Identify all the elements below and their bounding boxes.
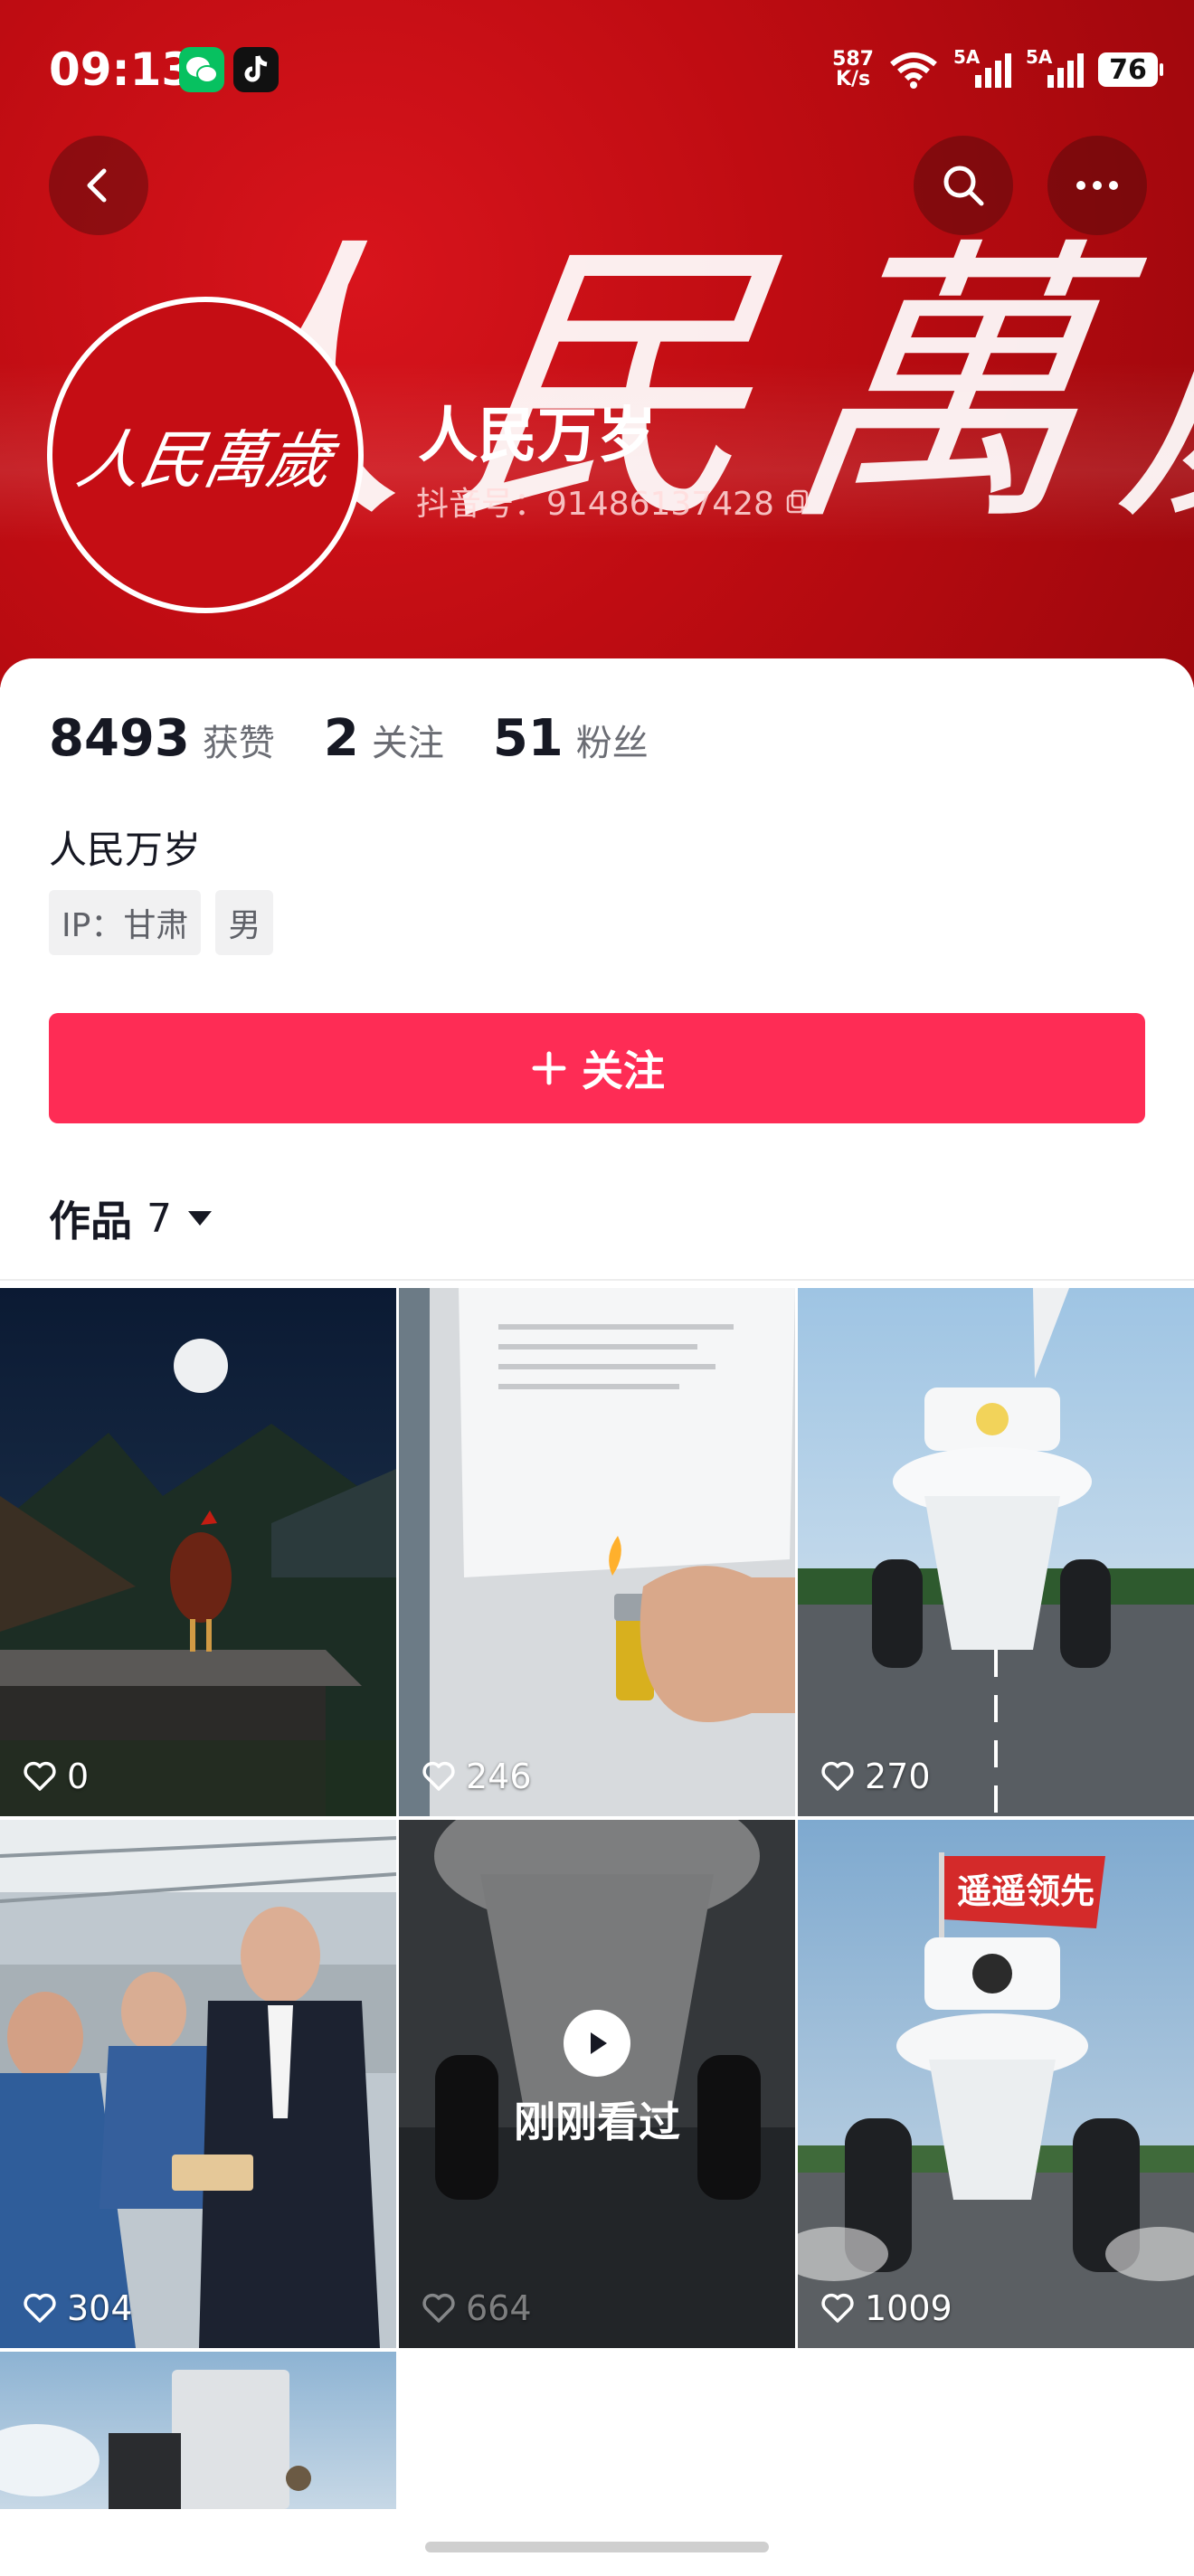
profile-tags: IP：甘肃 男 bbox=[49, 890, 274, 955]
more-button[interactable] bbox=[1047, 136, 1147, 235]
video-tile[interactable]: 遥遥领先 1009 bbox=[798, 1820, 1194, 2348]
tiktok-icon bbox=[233, 47, 279, 92]
battery-icon: 76 bbox=[1098, 52, 1163, 87]
video-tile[interactable]: 270 bbox=[798, 1288, 1194, 1816]
video-thumbnail: 遥遥领先 bbox=[798, 1820, 1194, 2348]
avatar-calligraphy: 人民萬歲 bbox=[71, 422, 338, 497]
profile-stats: 8493 获赞 2 关注 51 粉丝 bbox=[49, 709, 649, 768]
video-thumbnail bbox=[0, 1288, 396, 1816]
copy-icon[interactable] bbox=[785, 488, 810, 514]
home-indicator[interactable] bbox=[425, 2542, 769, 2552]
stat-following[interactable]: 2 关注 bbox=[324, 709, 444, 768]
play-icon bbox=[564, 2010, 630, 2077]
svg-text:遥遥领先: 遥遥领先 bbox=[957, 1871, 1094, 1911]
back-button[interactable] bbox=[49, 136, 148, 235]
video-likes: 304 bbox=[22, 2288, 133, 2328]
video-thumbnail bbox=[798, 1288, 1194, 1816]
caret-down-icon bbox=[188, 1211, 212, 1226]
video-thumbnail bbox=[0, 2352, 396, 2509]
heart-icon bbox=[24, 1761, 56, 1791]
heart-icon bbox=[422, 2293, 455, 2323]
video-likes: 1009 bbox=[820, 2288, 952, 2328]
heart-icon bbox=[24, 2293, 56, 2323]
video-tile[interactable]: 246 bbox=[399, 1288, 795, 1816]
plus-icon bbox=[532, 1051, 566, 1085]
network-speed: 587 K/s bbox=[832, 48, 874, 90]
profile-bio: 人民万岁 bbox=[49, 828, 202, 872]
video-likes: 664 bbox=[421, 2288, 532, 2328]
video-tile[interactable]: 刚刚看过 664 bbox=[399, 1820, 795, 2348]
profile-nickname: 人民万岁 bbox=[418, 401, 657, 470]
video-thumbnail bbox=[399, 1288, 795, 1816]
status-time: 09:13 bbox=[49, 43, 194, 96]
search-icon bbox=[943, 166, 984, 206]
video-likes: 0 bbox=[22, 1757, 89, 1796]
video-tile[interactable] bbox=[0, 2352, 396, 2509]
heart-icon bbox=[821, 1761, 854, 1791]
douyin-id[interactable]: 抖音号：91486137428 bbox=[416, 478, 810, 525]
avatar[interactable]: 人民萬歲 bbox=[47, 297, 364, 613]
stat-likes[interactable]: 8493 获赞 bbox=[49, 709, 275, 768]
signal-icon-1: 5A bbox=[953, 46, 1011, 88]
heart-icon bbox=[422, 1761, 455, 1791]
video-likes: 270 bbox=[820, 1757, 931, 1796]
more-dots-icon bbox=[1076, 181, 1118, 190]
video-tile[interactable]: 304 bbox=[0, 1820, 396, 2348]
wifi-icon bbox=[890, 52, 937, 89]
tab-works[interactable]: 作品 7 bbox=[49, 1189, 213, 1248]
chevron-left-icon bbox=[87, 168, 107, 203]
video-likes: 246 bbox=[421, 1757, 532, 1796]
status-bar: 09:13 587 K/s 5A 5A 76 bbox=[0, 0, 1194, 136]
video-thumbnail bbox=[0, 1820, 396, 2348]
heart-icon bbox=[821, 2293, 854, 2323]
gender-tag: 男 bbox=[215, 890, 274, 955]
follow-button[interactable]: 关注 bbox=[49, 1013, 1145, 1123]
search-button[interactable] bbox=[914, 136, 1013, 235]
ip-tag: IP：甘肃 bbox=[49, 890, 202, 955]
wechat-icon bbox=[179, 47, 224, 92]
signal-icon-2: 5A bbox=[1026, 46, 1084, 88]
recently-watched-overlay: 刚刚看过 bbox=[399, 2010, 795, 2149]
stat-followers[interactable]: 51 粉丝 bbox=[493, 709, 649, 768]
video-tile[interactable]: 0 bbox=[0, 1288, 396, 1816]
